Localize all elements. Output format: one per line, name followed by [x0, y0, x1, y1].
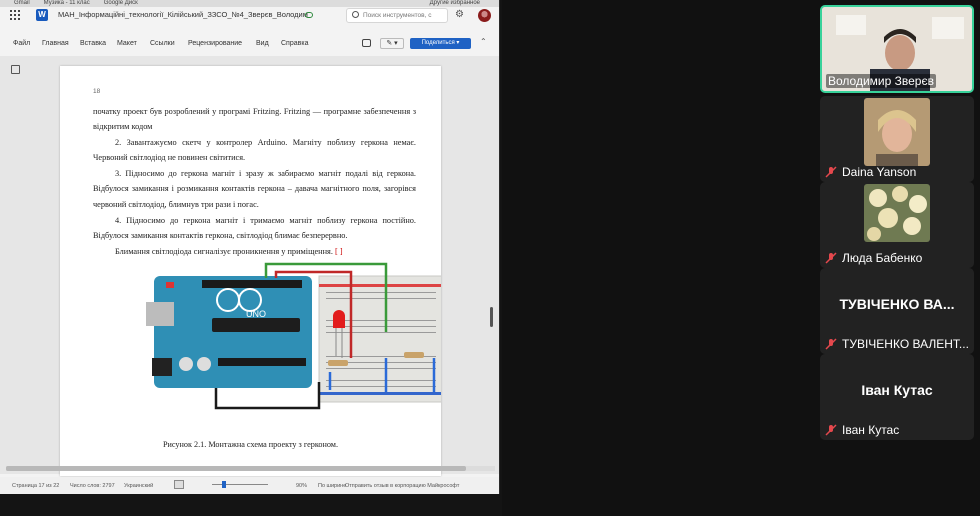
tab-file[interactable]: Файл — [13, 40, 30, 47]
tab-layout[interactable]: Макет — [117, 40, 137, 47]
participant-display-name: ТУВІЧЕНКО ВА... — [839, 296, 955, 312]
tab-home[interactable]: Главная — [42, 40, 69, 47]
resistor — [328, 360, 348, 366]
figure-caption: Рисунок 2.1. Монтажна схема проекту з ге… — [162, 440, 339, 449]
wiring-diagram: UNO — [146, 262, 441, 418]
tab-help[interactable]: Справка — [281, 40, 308, 47]
participant-tile[interactable]: Daina Yanson — [820, 96, 974, 182]
participant-display-name: Іван Кутас — [861, 382, 933, 398]
participant-video — [864, 184, 930, 242]
word-logo-icon: W — [36, 9, 48, 21]
mic-muted-icon — [825, 424, 837, 436]
print-layout-icon[interactable] — [174, 480, 184, 489]
participant-tile[interactable]: Люда Бабенко — [820, 182, 974, 268]
participant-video — [864, 98, 930, 166]
tab-view[interactable]: Вид — [256, 40, 269, 47]
document-page[interactable]: 18 початку проект був розроблений у прог… — [60, 66, 441, 476]
bookmark-item[interactable]: Gmail — [14, 0, 30, 7]
paragraph-with-citation: Блимання світлодіода сигналізує проникне… — [93, 244, 416, 259]
other-bookmarks[interactable]: Другие избранное — [430, 0, 480, 7]
document-title[interactable]: МАН_Інформаційні_технології_Кілійський_З… — [58, 9, 308, 21]
vertical-scrollbar[interactable] — [490, 307, 493, 327]
comment-icon[interactable] — [362, 39, 371, 47]
bookmarks-bar: Gmail Музика - 11 клас Google Диск Други… — [0, 0, 499, 7]
language-status[interactable]: Украинский — [124, 483, 153, 489]
participant-name: Володимир Зверєв — [826, 74, 936, 88]
zoom-slider[interactable] — [212, 484, 268, 485]
mic-muted-icon — [825, 252, 837, 264]
page-count: Страница 17 из 22 — [12, 483, 60, 489]
gear-icon[interactable]: ⚙ — [455, 10, 464, 20]
collapse-ribbon-icon[interactable]: ⌃ — [480, 37, 487, 46]
share-button[interactable]: Поделиться ▾ — [410, 38, 471, 49]
editing-mode-button[interactable]: ✎ ▾ — [380, 38, 404, 49]
participant-name: Іван Кутас — [842, 423, 900, 437]
paragraph: 4. Підносимо до геркона магніт і тримаєм… — [93, 216, 416, 241]
participant-name: ТУВІЧЕНКО ВАЛЕНТ... — [842, 337, 969, 351]
navigation-pane-icon[interactable] — [11, 65, 20, 74]
mic-muted-icon — [825, 338, 837, 350]
search-icon — [352, 11, 359, 18]
bookmark-item[interactable]: Google Диск — [104, 0, 138, 7]
app-launcher-icon[interactable] — [10, 10, 20, 20]
red-led — [333, 310, 345, 328]
page-number: 18 — [93, 88, 101, 95]
word-count[interactable]: Число слов: 2797 — [70, 483, 115, 489]
feedback-link[interactable]: Отправить отзыв в корпорацию Майкрософт — [345, 483, 459, 489]
breadboard — [318, 275, 441, 403]
search-input[interactable]: Поиск инструментов, с — [346, 8, 448, 23]
tab-references[interactable]: Ссылки — [150, 40, 175, 47]
horizontal-scrollbar[interactable] — [6, 466, 466, 471]
participant-tile[interactable]: Іван Кутас Іван Кутас — [820, 354, 974, 440]
paragraph: початку проект був розроблений у програм… — [93, 107, 416, 132]
paragraph: Блимання світлодіода сигналізує проникне… — [115, 247, 333, 256]
citation: [ ] — [335, 247, 343, 256]
fit-width-button[interactable]: По ширине — [318, 483, 346, 489]
participant-tile[interactable]: Володимир Зверєв — [820, 5, 974, 93]
tab-review[interactable]: Рецензирование — [188, 40, 242, 47]
bookmark-item[interactable]: Музика - 11 клас — [44, 0, 90, 7]
mic-muted-icon — [825, 166, 837, 178]
participant-name: Daina Yanson — [842, 165, 917, 179]
zoom-level: 90% — [296, 483, 308, 489]
zoom-slider-thumb[interactable] — [222, 481, 226, 488]
tab-insert[interactable]: Вставка — [80, 40, 106, 47]
participant-name: Люда Бабенко — [842, 251, 923, 265]
board-label: UNO — [246, 309, 266, 319]
paragraph: 3. Підносимо до геркона магніт і зразу ж… — [93, 169, 416, 209]
shared-screen: Gmail Музика - 11 клас Google Диск Други… — [0, 0, 500, 494]
participant-tile[interactable]: ТУВІЧЕНКО ВА... ТУВІЧЕНКО ВАЛЕНТ... — [820, 268, 974, 354]
resistor — [404, 352, 424, 358]
paragraph: 2. Завантажуємо скетч у контролер Arduin… — [93, 138, 416, 163]
avatar[interactable] — [478, 9, 491, 22]
status-bar: Страница 17 из 22 Число слов: 2797 Украи… — [0, 477, 499, 494]
saved-cloud-icon — [305, 12, 313, 18]
